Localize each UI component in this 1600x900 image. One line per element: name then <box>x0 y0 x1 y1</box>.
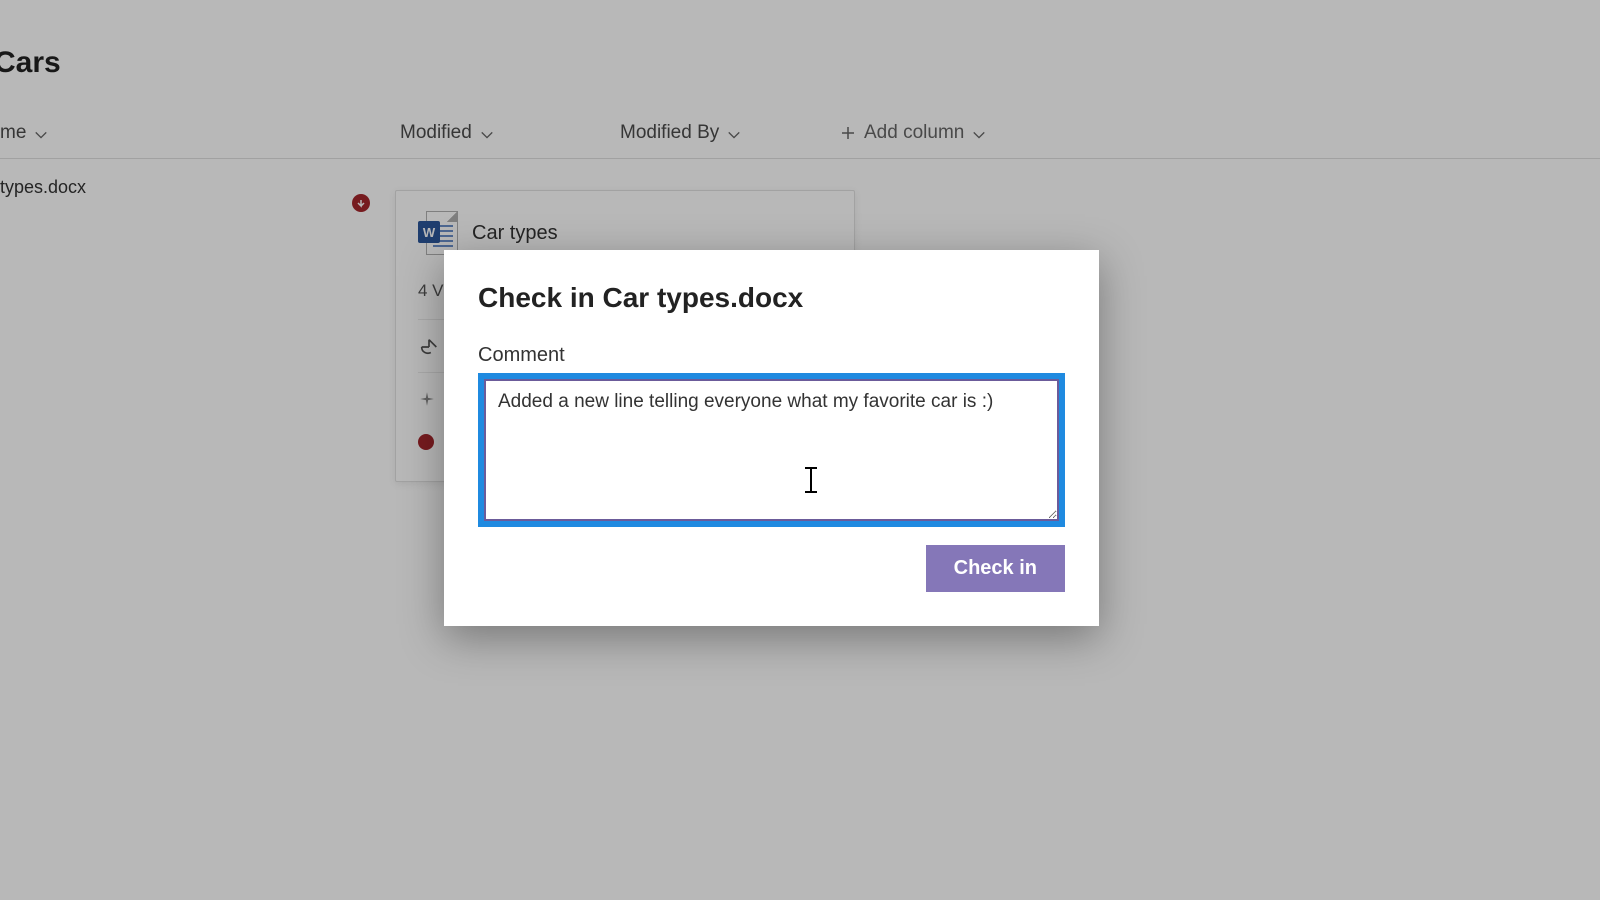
dialog-title: Check in Car types.docx <box>478 282 1065 314</box>
comment-field-highlight <box>478 373 1065 527</box>
comment-input[interactable] <box>484 379 1059 521</box>
comment-field-label: Comment <box>478 344 1065 367</box>
checkin-button[interactable]: Check in <box>926 545 1065 592</box>
checkin-dialog: Check in Car types.docx Comment Check in <box>444 250 1099 626</box>
